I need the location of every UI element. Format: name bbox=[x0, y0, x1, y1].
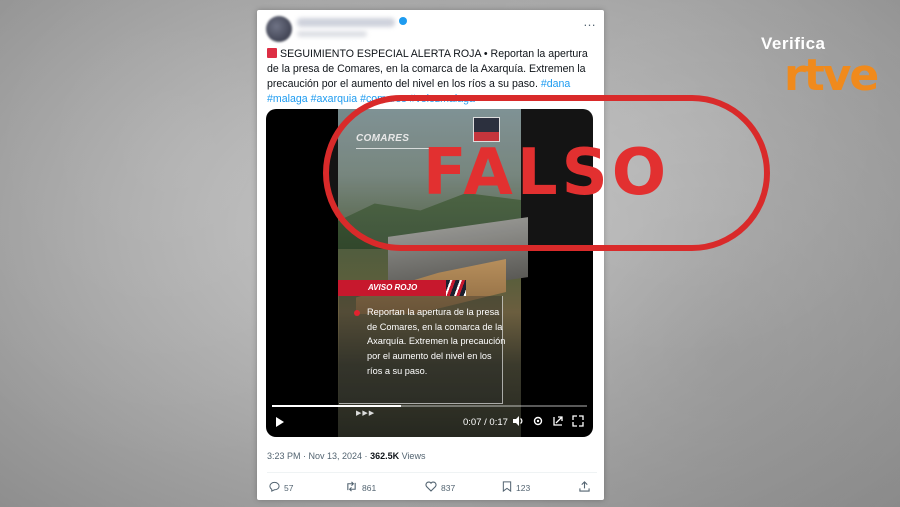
pip-icon[interactable] bbox=[552, 415, 564, 430]
like-count: 837 bbox=[441, 483, 456, 493]
reply-count: 57 bbox=[284, 483, 294, 493]
alert-bar-stripes bbox=[446, 280, 466, 296]
author-name-blurred[interactable] bbox=[297, 18, 395, 27]
repost-button[interactable]: 861 bbox=[345, 481, 376, 495]
reply-button[interactable]: 57 bbox=[269, 481, 293, 495]
divider bbox=[267, 472, 597, 473]
red-square-icon bbox=[267, 48, 277, 58]
bookmark-count: 123 bbox=[516, 483, 531, 493]
bookmark-button[interactable]: 123 bbox=[502, 481, 530, 495]
falso-stamp: FALSO bbox=[323, 95, 770, 251]
verified-badge-icon bbox=[399, 17, 407, 25]
tweet-timestamp[interactable]: 3:23 PM · Nov 13, 2024 · bbox=[267, 451, 370, 461]
author-handle-blurred[interactable] bbox=[297, 31, 367, 37]
alert-label: AVISO ROJO bbox=[368, 283, 418, 292]
reply-icon bbox=[269, 481, 280, 495]
arrows-icon: ▶▶▶ bbox=[356, 410, 376, 417]
progress-fill bbox=[272, 405, 402, 407]
repost-count: 861 bbox=[362, 483, 377, 493]
falso-stamp-text: FALSO bbox=[422, 136, 671, 210]
more-icon[interactable]: … bbox=[583, 14, 597, 29]
verifica-rtve-logo: Verifica rtve bbox=[758, 32, 879, 104]
avatar[interactable] bbox=[266, 16, 292, 42]
play-icon[interactable] bbox=[276, 417, 284, 427]
like-button[interactable]: 837 bbox=[425, 481, 455, 495]
hashtag[interactable]: #dana bbox=[541, 78, 570, 90]
tweet-meta: 3:23 PM · Nov 13, 2024 · 362.5K Views bbox=[267, 451, 425, 461]
hashtag[interactable]: #malaga bbox=[267, 93, 308, 105]
views-count: 362.5K bbox=[370, 451, 400, 461]
settings-icon[interactable] bbox=[532, 415, 544, 430]
progress-bar[interactable] bbox=[272, 405, 587, 407]
like-icon bbox=[425, 481, 437, 495]
bookmark-icon bbox=[502, 481, 512, 495]
alert-bullet-icon bbox=[354, 310, 360, 316]
repost-icon bbox=[345, 481, 358, 495]
share-button[interactable] bbox=[579, 481, 590, 495]
alert-text: Reportan la apertura de la presa de Coma… bbox=[367, 307, 506, 376]
views-label: Views bbox=[399, 451, 426, 461]
fullscreen-icon[interactable] bbox=[572, 415, 584, 430]
brand-rtve: rtve bbox=[784, 50, 879, 101]
tweet-card: … SEGUIMIENTO ESPECIAL ALERTA ROJA • Rep… bbox=[257, 10, 604, 500]
share-icon bbox=[579, 481, 590, 495]
volume-icon[interactable] bbox=[512, 415, 524, 430]
video-time: 0:07 / 0:17 bbox=[463, 417, 508, 428]
tweet-body: SEGUIMIENTO ESPECIAL ALERTA ROJA • Repor… bbox=[267, 48, 588, 90]
